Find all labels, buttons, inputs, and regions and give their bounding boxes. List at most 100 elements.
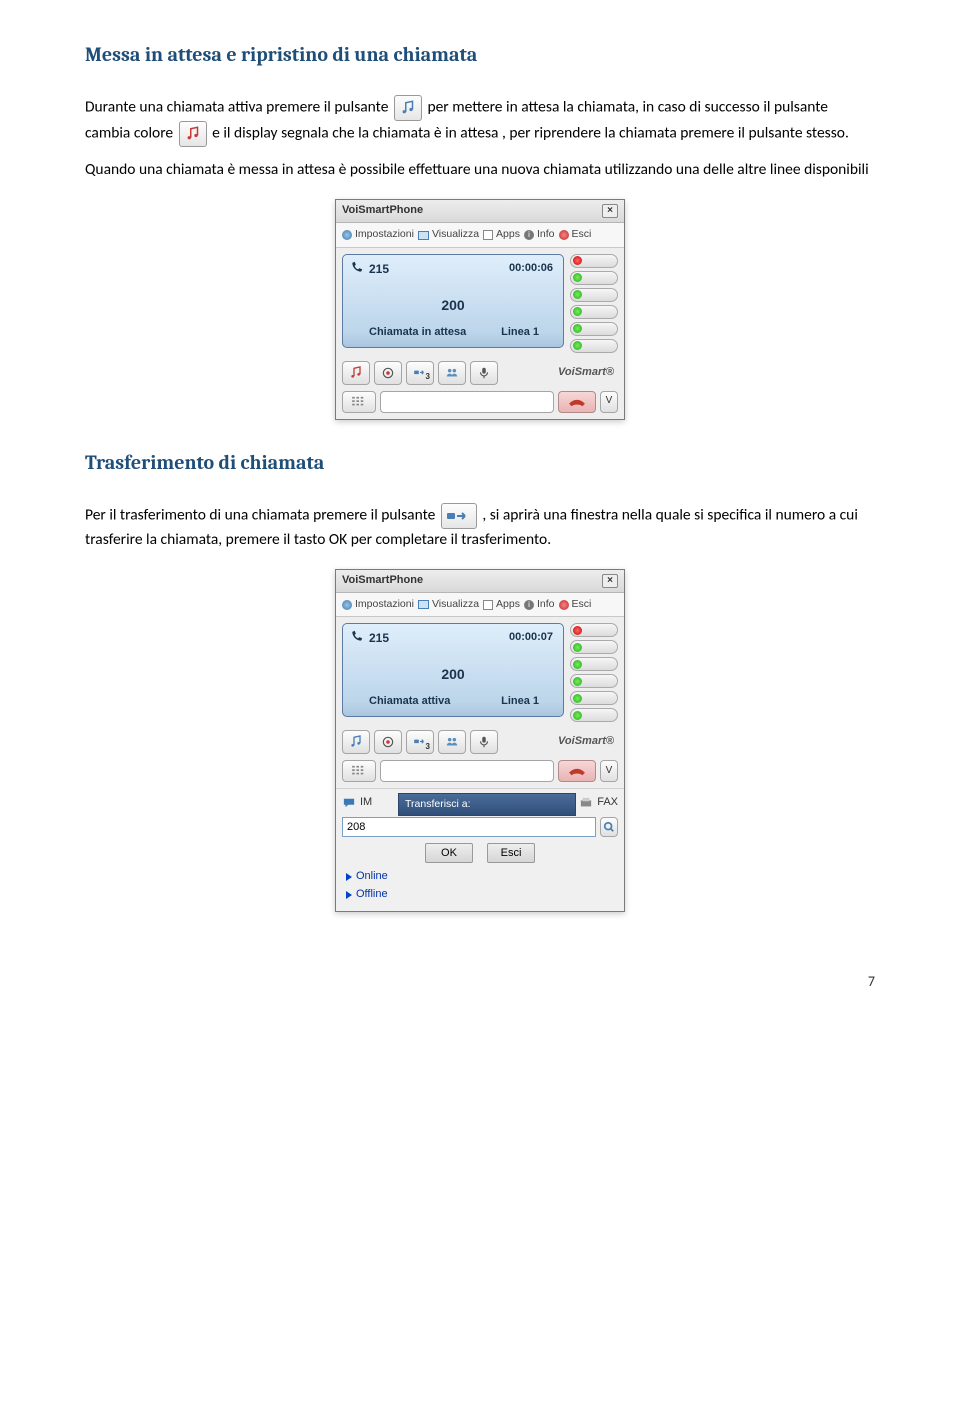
line-dot-green xyxy=(573,273,582,282)
apps-icon xyxy=(483,600,493,610)
line-dot-green xyxy=(573,307,582,316)
line-dot-green xyxy=(573,694,582,703)
paragraph-transfer-1: Per il trasferimento di una chiamata pre… xyxy=(85,503,875,551)
mute-button[interactable] xyxy=(470,361,498,385)
menu-visualizza[interactable]: Visualizza xyxy=(418,227,479,242)
menu-impostazioni[interactable]: Impostazioni xyxy=(342,227,414,242)
conference-button[interactable] xyxy=(438,361,466,385)
menu-info[interactable]: iInfo xyxy=(524,597,555,612)
line-1[interactable] xyxy=(570,254,618,268)
transfer-icon-inline xyxy=(441,503,477,529)
softphone-title: VoiSmartPhone xyxy=(342,203,423,219)
line-1[interactable] xyxy=(570,623,618,637)
line-4[interactable] xyxy=(570,305,618,319)
softphone-menu: Impostazioni Visualizza Apps iInfo Esci xyxy=(336,593,624,617)
transfer-dialog-title: Transferisci a: xyxy=(398,793,576,816)
hold-music-icon xyxy=(394,95,422,121)
line-6[interactable] xyxy=(570,708,618,722)
tab-fax[interactable]: FAX xyxy=(579,795,618,811)
monitor-icon xyxy=(418,600,429,609)
menu-esci[interactable]: Esci xyxy=(559,227,592,242)
dialed-number: 200 xyxy=(343,295,563,315)
dropdown-button[interactable]: V xyxy=(600,760,618,782)
line-4[interactable] xyxy=(570,674,618,688)
transfer-lookup-button[interactable] xyxy=(600,817,618,837)
record-button[interactable] xyxy=(374,730,402,754)
gear-icon xyxy=(342,600,352,610)
dial-input[interactable] xyxy=(380,760,554,782)
line-label: Linea 1 xyxy=(501,325,539,341)
line-2[interactable] xyxy=(570,640,618,654)
softphone-action-row: 3 VoiSmart® xyxy=(342,361,618,385)
info-icon: i xyxy=(524,230,534,240)
section-heading-hold: Messa in attesa e ripristino di una chia… xyxy=(85,40,875,69)
extension-number: 215 xyxy=(369,630,389,647)
record-button[interactable] xyxy=(374,361,402,385)
line-dot-green xyxy=(573,324,582,333)
hold-button[interactable] xyxy=(342,730,370,754)
softphone-display: 215 00:00:07 200 Chiamata attiva Linea 1 xyxy=(342,623,564,717)
brand-label: VoiSmart® xyxy=(558,734,618,750)
call-timer: 00:00:06 xyxy=(509,261,553,277)
presence-status: Online Offline xyxy=(342,869,618,903)
paragraph-hold-2: Quando una chiamata è messa in attesa è … xyxy=(85,159,875,181)
brand-label: VoiSmart® xyxy=(558,365,618,381)
hold-music-icon-active xyxy=(179,121,207,147)
hangup-button[interactable] xyxy=(558,760,596,782)
line-dot-green xyxy=(573,711,582,720)
transfer-button[interactable]: 3 xyxy=(406,730,434,754)
line-dot-green xyxy=(573,290,582,299)
page-number: 7 xyxy=(85,972,875,992)
status-online[interactable]: Online xyxy=(346,869,618,885)
power-icon xyxy=(559,230,569,240)
dialed-number: 200 xyxy=(343,664,563,684)
text-fragment: Durante una chiamata attiva premere il p… xyxy=(85,98,392,117)
gear-icon xyxy=(342,230,352,240)
info-icon: i xyxy=(524,600,534,610)
softphone-lower-panel: IM FAX Transferisci a: OK Esci Online O xyxy=(336,788,624,911)
close-button[interactable]: × xyxy=(602,204,618,218)
softphone-dial-row: V xyxy=(342,391,618,413)
conference-button[interactable] xyxy=(438,730,466,754)
line-dot-green xyxy=(573,341,582,350)
hold-button[interactable] xyxy=(342,361,370,385)
line-6[interactable] xyxy=(570,339,618,353)
line-dot-red xyxy=(573,626,582,635)
transfer-button-row: OK Esci xyxy=(342,843,618,863)
menu-info[interactable]: iInfo xyxy=(524,227,555,242)
menu-esci[interactable]: Esci xyxy=(559,597,592,612)
status-offline[interactable]: Offline xyxy=(346,887,618,903)
transfer-button[interactable]: 3 xyxy=(406,361,434,385)
dropdown-button[interactable]: V xyxy=(600,391,618,413)
mute-button[interactable] xyxy=(470,730,498,754)
line-5[interactable] xyxy=(570,322,618,336)
triangle-icon xyxy=(346,873,352,881)
hangup-button[interactable] xyxy=(558,391,596,413)
section-heading-transfer: Trasferimento di chiamata xyxy=(85,448,875,477)
triangle-icon xyxy=(346,891,352,899)
menu-impostazioni[interactable]: Impostazioni xyxy=(342,597,414,612)
call-status: Chiamata in attesa xyxy=(369,325,466,341)
extension-number: 215 xyxy=(369,261,389,278)
power-icon xyxy=(559,600,569,610)
line-dot-red xyxy=(573,256,582,265)
line-5[interactable] xyxy=(570,691,618,705)
menu-apps[interactable]: Apps xyxy=(483,597,520,612)
dial-input[interactable] xyxy=(380,391,554,413)
line-dot-green xyxy=(573,660,582,669)
menu-apps[interactable]: Apps xyxy=(483,227,520,242)
transfer-ok-button[interactable]: OK xyxy=(425,843,473,863)
softphone-action-row: 3 VoiSmart® xyxy=(342,730,618,754)
tab-im[interactable]: IM xyxy=(342,795,372,811)
close-button[interactable]: × xyxy=(602,574,618,588)
line-3[interactable] xyxy=(570,288,618,302)
dialpad-toggle[interactable] xyxy=(342,391,376,413)
line-2[interactable] xyxy=(570,271,618,285)
transfer-cancel-button[interactable]: Esci xyxy=(487,843,535,863)
call-timer: 00:00:07 xyxy=(509,630,553,646)
phone-icon xyxy=(349,260,365,274)
dialpad-toggle[interactable] xyxy=(342,760,376,782)
menu-visualizza[interactable]: Visualizza xyxy=(418,597,479,612)
apps-icon xyxy=(483,230,493,240)
line-3[interactable] xyxy=(570,657,618,671)
